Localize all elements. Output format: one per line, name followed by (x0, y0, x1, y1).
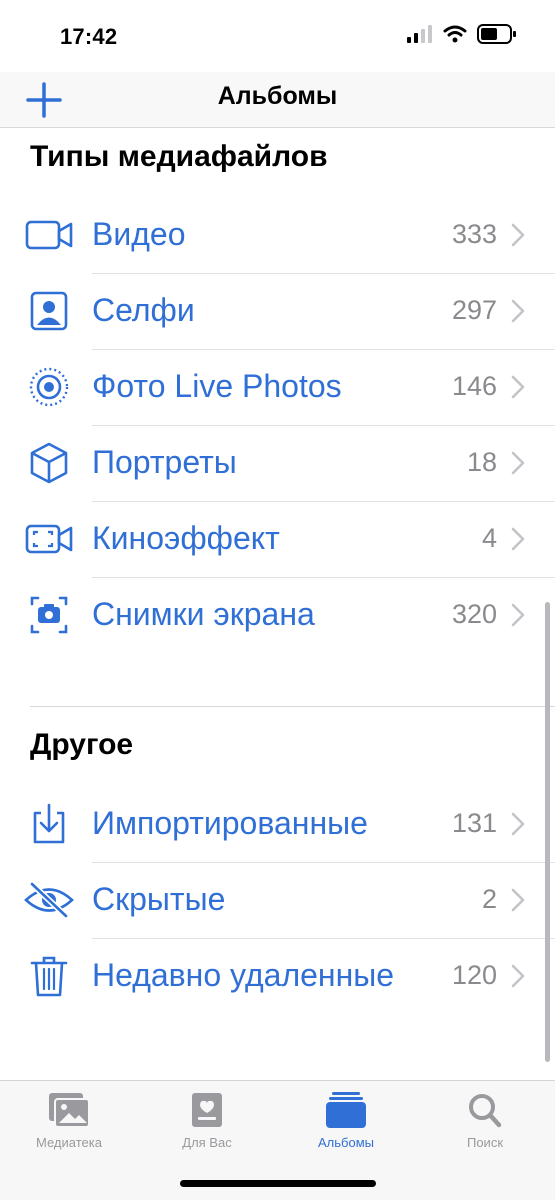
album-count: 2 (481, 884, 497, 914)
album-row-selfies[interactable]: Селфи 297 (0, 274, 555, 350)
album-label: Снимки экрана (92, 596, 315, 632)
album-label: Импортированные (92, 805, 368, 841)
status-time: 17:42 (60, 24, 118, 49)
navigation-bar: Альбомы (0, 72, 555, 128)
album-row-video[interactable]: Видео 333 (0, 198, 555, 274)
tab-label: Альбомы (318, 1135, 374, 1150)
selfie-icon (30, 291, 68, 331)
album-count: 120 (451, 960, 497, 990)
cinematic-icon (25, 524, 73, 554)
album-count: 146 (451, 371, 497, 401)
album-count: 18 (466, 447, 497, 477)
tab-label: Для Вас (182, 1135, 232, 1150)
trash-icon (30, 956, 68, 997)
album-count: 131 (451, 808, 497, 838)
import-icon (33, 803, 65, 844)
tab-label: Поиск (466, 1135, 504, 1150)
album-row-imported[interactable]: Импортированные 131 (0, 787, 555, 863)
tab-library[interactable]: Медиатека (9, 1091, 129, 1161)
tab-for-you[interactable]: Для Вас (147, 1091, 267, 1161)
wifi-icon (443, 25, 467, 43)
cellular-signal-icon (407, 25, 432, 43)
chevron-right-icon (511, 812, 525, 836)
home-indicator (180, 1180, 376, 1187)
video-icon (25, 220, 73, 250)
album-label: Селфи (92, 292, 195, 328)
section-divider (30, 706, 555, 707)
album-label: Скрытые (92, 881, 226, 917)
tab-search[interactable]: Поиск (425, 1091, 545, 1161)
album-row-live-photos[interactable]: Фото Live Photos 146 (0, 350, 555, 426)
tab-label: Медиатека (36, 1135, 102, 1150)
chevron-right-icon (511, 888, 525, 912)
album-count: 333 (451, 219, 497, 249)
album-label: Киноэффект (92, 520, 280, 556)
album-row-portraits[interactable]: Портреты 18 (0, 426, 555, 502)
album-row-hidden[interactable]: Скрытые 2 (0, 863, 555, 939)
album-count: 320 (451, 599, 497, 629)
page-title: Альбомы (217, 82, 338, 110)
album-row-cinematic[interactable]: Киноэффект 4 (0, 502, 555, 578)
album-count: 4 (481, 523, 497, 553)
album-count: 297 (451, 295, 497, 325)
portrait-cube-icon (30, 442, 68, 484)
albums-icon (326, 1092, 366, 1128)
screenshot-icon (30, 596, 68, 634)
section-title-other: Другое (30, 728, 134, 761)
chevron-right-icon (511, 451, 525, 475)
section-title-media-types: Типы медиафайлов (30, 140, 328, 173)
status-bar: 17:42 (0, 0, 555, 72)
chevron-right-icon (511, 964, 525, 988)
chevron-right-icon (511, 223, 525, 247)
library-icon (49, 1093, 90, 1128)
live-photo-icon (29, 367, 69, 407)
search-icon (469, 1094, 502, 1128)
chevron-right-icon (511, 299, 525, 323)
album-label: Портреты (92, 444, 237, 480)
album-row-screenshots[interactable]: Снимки экрана 320 (0, 578, 555, 654)
album-label: Видео (92, 216, 186, 252)
battery-icon (477, 24, 516, 44)
chevron-right-icon (511, 603, 525, 627)
chevron-right-icon (511, 375, 525, 399)
chevron-right-icon (511, 527, 525, 551)
for-you-icon (192, 1093, 222, 1127)
album-label: Фото Live Photos (92, 368, 342, 404)
album-label: Недавно удаленные (92, 957, 395, 993)
tab-albums[interactable]: Альбомы (286, 1091, 406, 1161)
hidden-eye-icon (24, 881, 74, 919)
scrollbar[interactable] (545, 602, 550, 1062)
status-icons (407, 24, 517, 44)
album-row-recently-deleted[interactable]: Недавно удаленные 120 (0, 939, 555, 1015)
